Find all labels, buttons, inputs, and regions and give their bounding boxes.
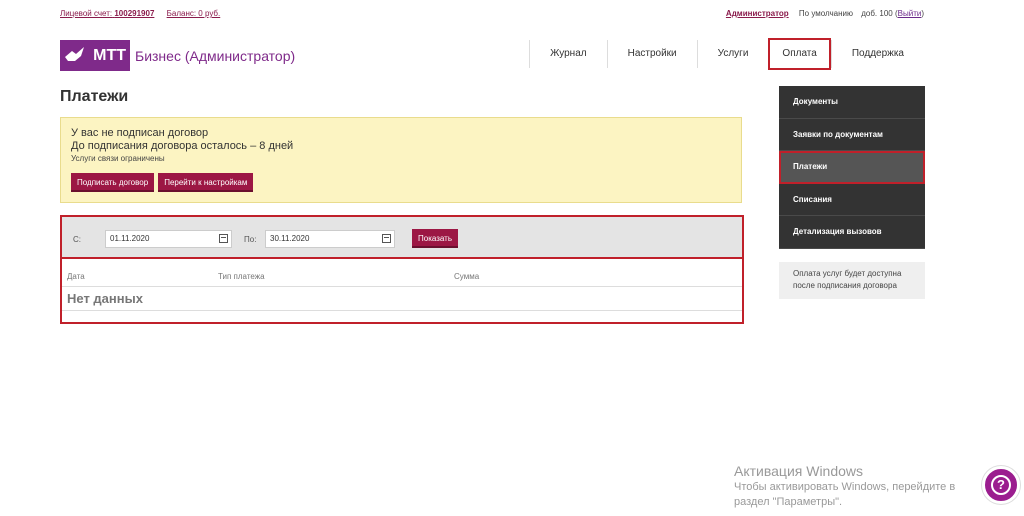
from-label: С: <box>73 235 81 244</box>
column-payment-type[interactable]: Тип платежа <box>218 272 265 281</box>
contract-notice: У вас не подписан договор До подписания … <box>60 117 742 203</box>
bird-icon <box>65 47 84 61</box>
from-date-value: 01.11.2020 <box>110 234 150 243</box>
sidebar-item-payments[interactable]: Платежи <box>779 151 925 184</box>
account-info: Лицевой счет: 100291907 Баланс: 0 руб. <box>60 9 230 18</box>
sidebar-item-call-details[interactable]: Детализация вызовов <box>779 216 925 249</box>
sidebar-item-documents[interactable]: Документы <box>779 86 925 119</box>
account-number: 100291907 <box>114 9 155 18</box>
balance-link[interactable]: Баланс: 0 руб. <box>167 9 221 18</box>
watermark-line1: Чтобы активировать Windows, перейдите в <box>734 481 956 493</box>
column-date[interactable]: Дата <box>67 272 85 281</box>
top-bar: Лицевой счет: 100291907 Баланс: 0 руб. А… <box>60 9 924 21</box>
to-date-input[interactable]: 30.11.2020 <box>265 230 395 248</box>
nav-item-settings[interactable]: Настройки <box>606 40 697 68</box>
to-label: По: <box>244 235 257 244</box>
table-header: Дата Тип платежа Сумма <box>62 259 742 287</box>
default-label: По умолчанию <box>798 9 853 18</box>
date-filter: С: 01.11.2020 По: 30.11.2020 Показать <box>60 215 744 259</box>
show-button[interactable]: Показать <box>412 229 459 248</box>
logo-box: МТТ <box>60 40 130 71</box>
to-date-value: 30.11.2020 <box>270 234 310 243</box>
notice-line3: Услуги связи ограничены <box>71 154 165 163</box>
exit-link[interactable]: Выйти <box>898 9 922 18</box>
help-button[interactable]: ? <box>982 466 1020 504</box>
logo-brand: МТТ <box>93 46 126 64</box>
sign-contract-button[interactable]: Подписать договор <box>71 173 155 192</box>
payment-note: Оплата услуг будет доступна после подпис… <box>779 262 925 299</box>
sidebar-item-document-requests[interactable]: Заявки по документам <box>779 118 925 151</box>
watermark-title: Активация Windows <box>734 463 864 479</box>
logo[interactable]: МТТ Бизнес (Администратор) <box>60 40 295 71</box>
main-nav: Журнал Настройки Услуги Оплата Поддержка <box>529 38 924 70</box>
sidebar-item-charges[interactable]: Списания <box>779 183 925 216</box>
column-amount[interactable]: Сумма <box>454 272 479 281</box>
notice-line1: У вас не подписан договор <box>71 127 209 139</box>
empty-state: Нет данных <box>67 291 143 306</box>
calendar-icon[interactable] <box>382 234 391 243</box>
logo-name: Бизнес (Администратор) <box>135 47 296 64</box>
divider <box>62 310 742 311</box>
user-link[interactable]: Администратор <box>726 9 789 18</box>
extension-label: доб. 100 <box>861 9 893 18</box>
sidebar-menu: Документы Заявки по документам Платежи С… <box>779 86 925 249</box>
account-label: Лицевой счет: <box>60 9 113 18</box>
nav-item-payment[interactable]: Оплата <box>768 38 831 70</box>
nav-item-services[interactable]: Услуги <box>696 40 769 68</box>
nav-item-support[interactable]: Поддержка <box>830 40 924 68</box>
notice-line2: До подписания договора осталось – 8 дней <box>71 140 294 152</box>
payments-table: Дата Тип платежа Сумма Нет данных <box>60 259 744 324</box>
watermark-line2: раздел "Параметры". <box>734 496 843 508</box>
windows-activation-watermark: Активация Windows Чтобы активировать Win… <box>734 463 955 508</box>
account-link[interactable]: Лицевой счет: 100291907 <box>60 9 154 18</box>
exit-paren-close: ) <box>921 9 924 18</box>
nav-item-journal[interactable]: Журнал <box>529 40 607 68</box>
from-date-input[interactable]: 01.11.2020 <box>105 230 232 248</box>
page-title: Платежи <box>60 88 129 105</box>
go-to-settings-button[interactable]: Перейти к настройкам <box>158 173 254 192</box>
question-icon: ? <box>991 475 1011 495</box>
calendar-icon[interactable] <box>219 234 228 243</box>
user-info: Администратор По умолчанию доб. 100 (Вый… <box>726 9 924 18</box>
